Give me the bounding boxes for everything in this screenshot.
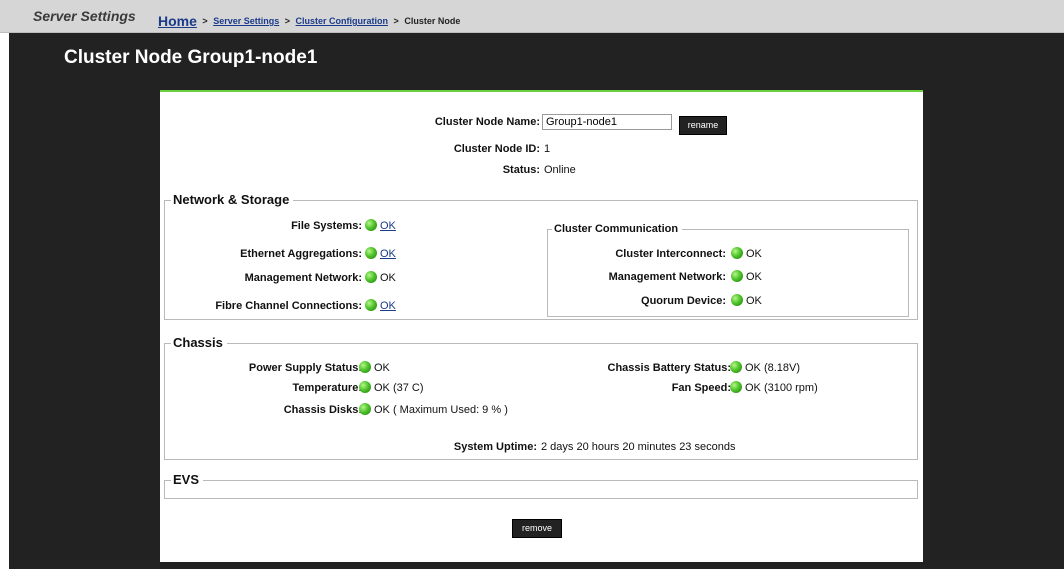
fan-speed-label: Fan Speed: <box>671 382 731 394</box>
cluster-communication-title: Cluster Communication <box>552 223 683 235</box>
power-supply-value: OK <box>374 362 390 374</box>
breadcrumb-separator: > <box>393 16 399 26</box>
status-ok-icon <box>731 270 743 282</box>
network-storage-title: Network & Storage <box>171 192 294 207</box>
chassis-battery-label: Chassis Battery Status: <box>607 362 732 374</box>
breadcrumb-home-link[interactable]: Home <box>158 13 197 29</box>
chassis-battery-value: OK (8.18V) <box>745 362 801 374</box>
cluster-node-panel: Cluster Node Name: rename Cluster Node I… <box>160 90 923 562</box>
evs-section: EVS <box>164 472 918 499</box>
evs-title: EVS <box>171 472 204 487</box>
breadcrumb-cluster-configuration-link[interactable]: Cluster Configuration <box>296 16 389 26</box>
cluster-node-id-label: Cluster Node ID: <box>453 143 540 155</box>
status-ok-icon <box>359 361 371 373</box>
network-storage-section: Network & Storage File Systems: OK Ether… <box>164 192 918 320</box>
status-ok-icon <box>731 294 743 306</box>
breadcrumb: Home > Server Settings > Cluster Configu… <box>158 11 461 29</box>
chassis-disks-label: Chassis Disks: <box>283 404 362 416</box>
remove-button[interactable]: remove <box>512 519 562 538</box>
system-uptime-label: System Uptime: <box>453 441 537 453</box>
breadcrumb-separator: > <box>202 16 208 26</box>
cluster-node-id-value: 1 <box>544 143 551 155</box>
cc-management-network-status: OK <box>731 270 762 283</box>
chassis-title: Chassis <box>171 335 227 350</box>
status-ok-icon <box>730 381 742 393</box>
ethernet-aggregations-ok-link[interactable]: OK <box>380 248 396 260</box>
fibre-channel-label: Fibre Channel Connections: <box>215 300 362 312</box>
breadcrumb-current: Cluster Node <box>404 16 461 26</box>
power-supply-status: OK <box>359 361 390 374</box>
management-network-value: OK <box>380 272 396 284</box>
status-ok-icon <box>730 361 742 373</box>
status-ok-icon <box>359 381 371 393</box>
chassis-battery-status: OK (8.18V) <box>730 361 800 374</box>
cc-management-network-label: Management Network: <box>608 271 726 283</box>
status-ok-icon <box>365 247 377 259</box>
management-network-label: Management Network: <box>244 272 362 284</box>
file-systems-label: File Systems: <box>291 220 362 232</box>
quorum-device-value: OK <box>746 295 762 307</box>
chassis-disks-status: OK ( Maximum Used: 9 % ) <box>359 403 508 416</box>
fan-speed-status: OK (3100 rpm) <box>730 381 818 394</box>
management-network-status: OK <box>365 271 396 284</box>
breadcrumb-separator: > <box>284 16 291 26</box>
cluster-interconnect-status: OK <box>731 247 762 260</box>
app-title: Server Settings <box>33 8 136 24</box>
temperature-label: Temperature: <box>292 382 362 394</box>
cluster-interconnect-label: Cluster Interconnect: <box>615 248 726 260</box>
status-value: Online <box>544 164 576 176</box>
quorum-device-label: Quorum Device: <box>641 295 726 307</box>
page-title: Cluster Node Group1-node1 <box>64 47 318 68</box>
status-ok-icon <box>365 219 377 231</box>
cluster-communication-section: Cluster Communication Cluster Interconne… <box>547 223 909 317</box>
status-ok-icon <box>365 299 377 311</box>
breadcrumb-server-settings-link[interactable]: Server Settings <box>213 16 279 26</box>
chassis-section: Chassis Power Supply Status: OK Temperat… <box>164 335 918 460</box>
temperature-status: OK (37 C) <box>359 381 424 394</box>
quorum-device-status: OK <box>731 294 762 307</box>
top-bar: Server Settings Home > Server Settings >… <box>0 0 1064 33</box>
cluster-node-name-label: Cluster Node Name: <box>434 116 540 128</box>
cluster-node-name-input[interactable] <box>542 114 672 130</box>
fan-speed-value: OK (3100 rpm) <box>745 382 818 394</box>
temperature-value: OK (37 C) <box>374 382 424 394</box>
status-ok-icon <box>359 403 371 415</box>
status-ok-icon <box>731 247 743 259</box>
rename-button[interactable]: rename <box>679 116 727 135</box>
chassis-disks-value: OK ( Maximum Used: 9 % ) <box>374 404 508 416</box>
status-ok-icon <box>365 271 377 283</box>
power-supply-label: Power Supply Status: <box>248 362 362 374</box>
ethernet-aggregations-label: Ethernet Aggregations: <box>240 248 362 260</box>
system-uptime-value: 2 days 20 hours 20 minutes 23 seconds <box>541 441 736 453</box>
file-systems-status: OK <box>365 219 396 232</box>
fibre-channel-status: OK <box>365 299 396 312</box>
ethernet-aggregations-status: OK <box>365 247 396 260</box>
cluster-interconnect-value: OK <box>746 248 762 260</box>
fibre-channel-ok-link[interactable]: OK <box>380 300 396 312</box>
status-label: Status: <box>502 164 540 176</box>
file-systems-ok-link[interactable]: OK <box>380 220 396 232</box>
cc-management-network-value: OK <box>746 271 762 283</box>
